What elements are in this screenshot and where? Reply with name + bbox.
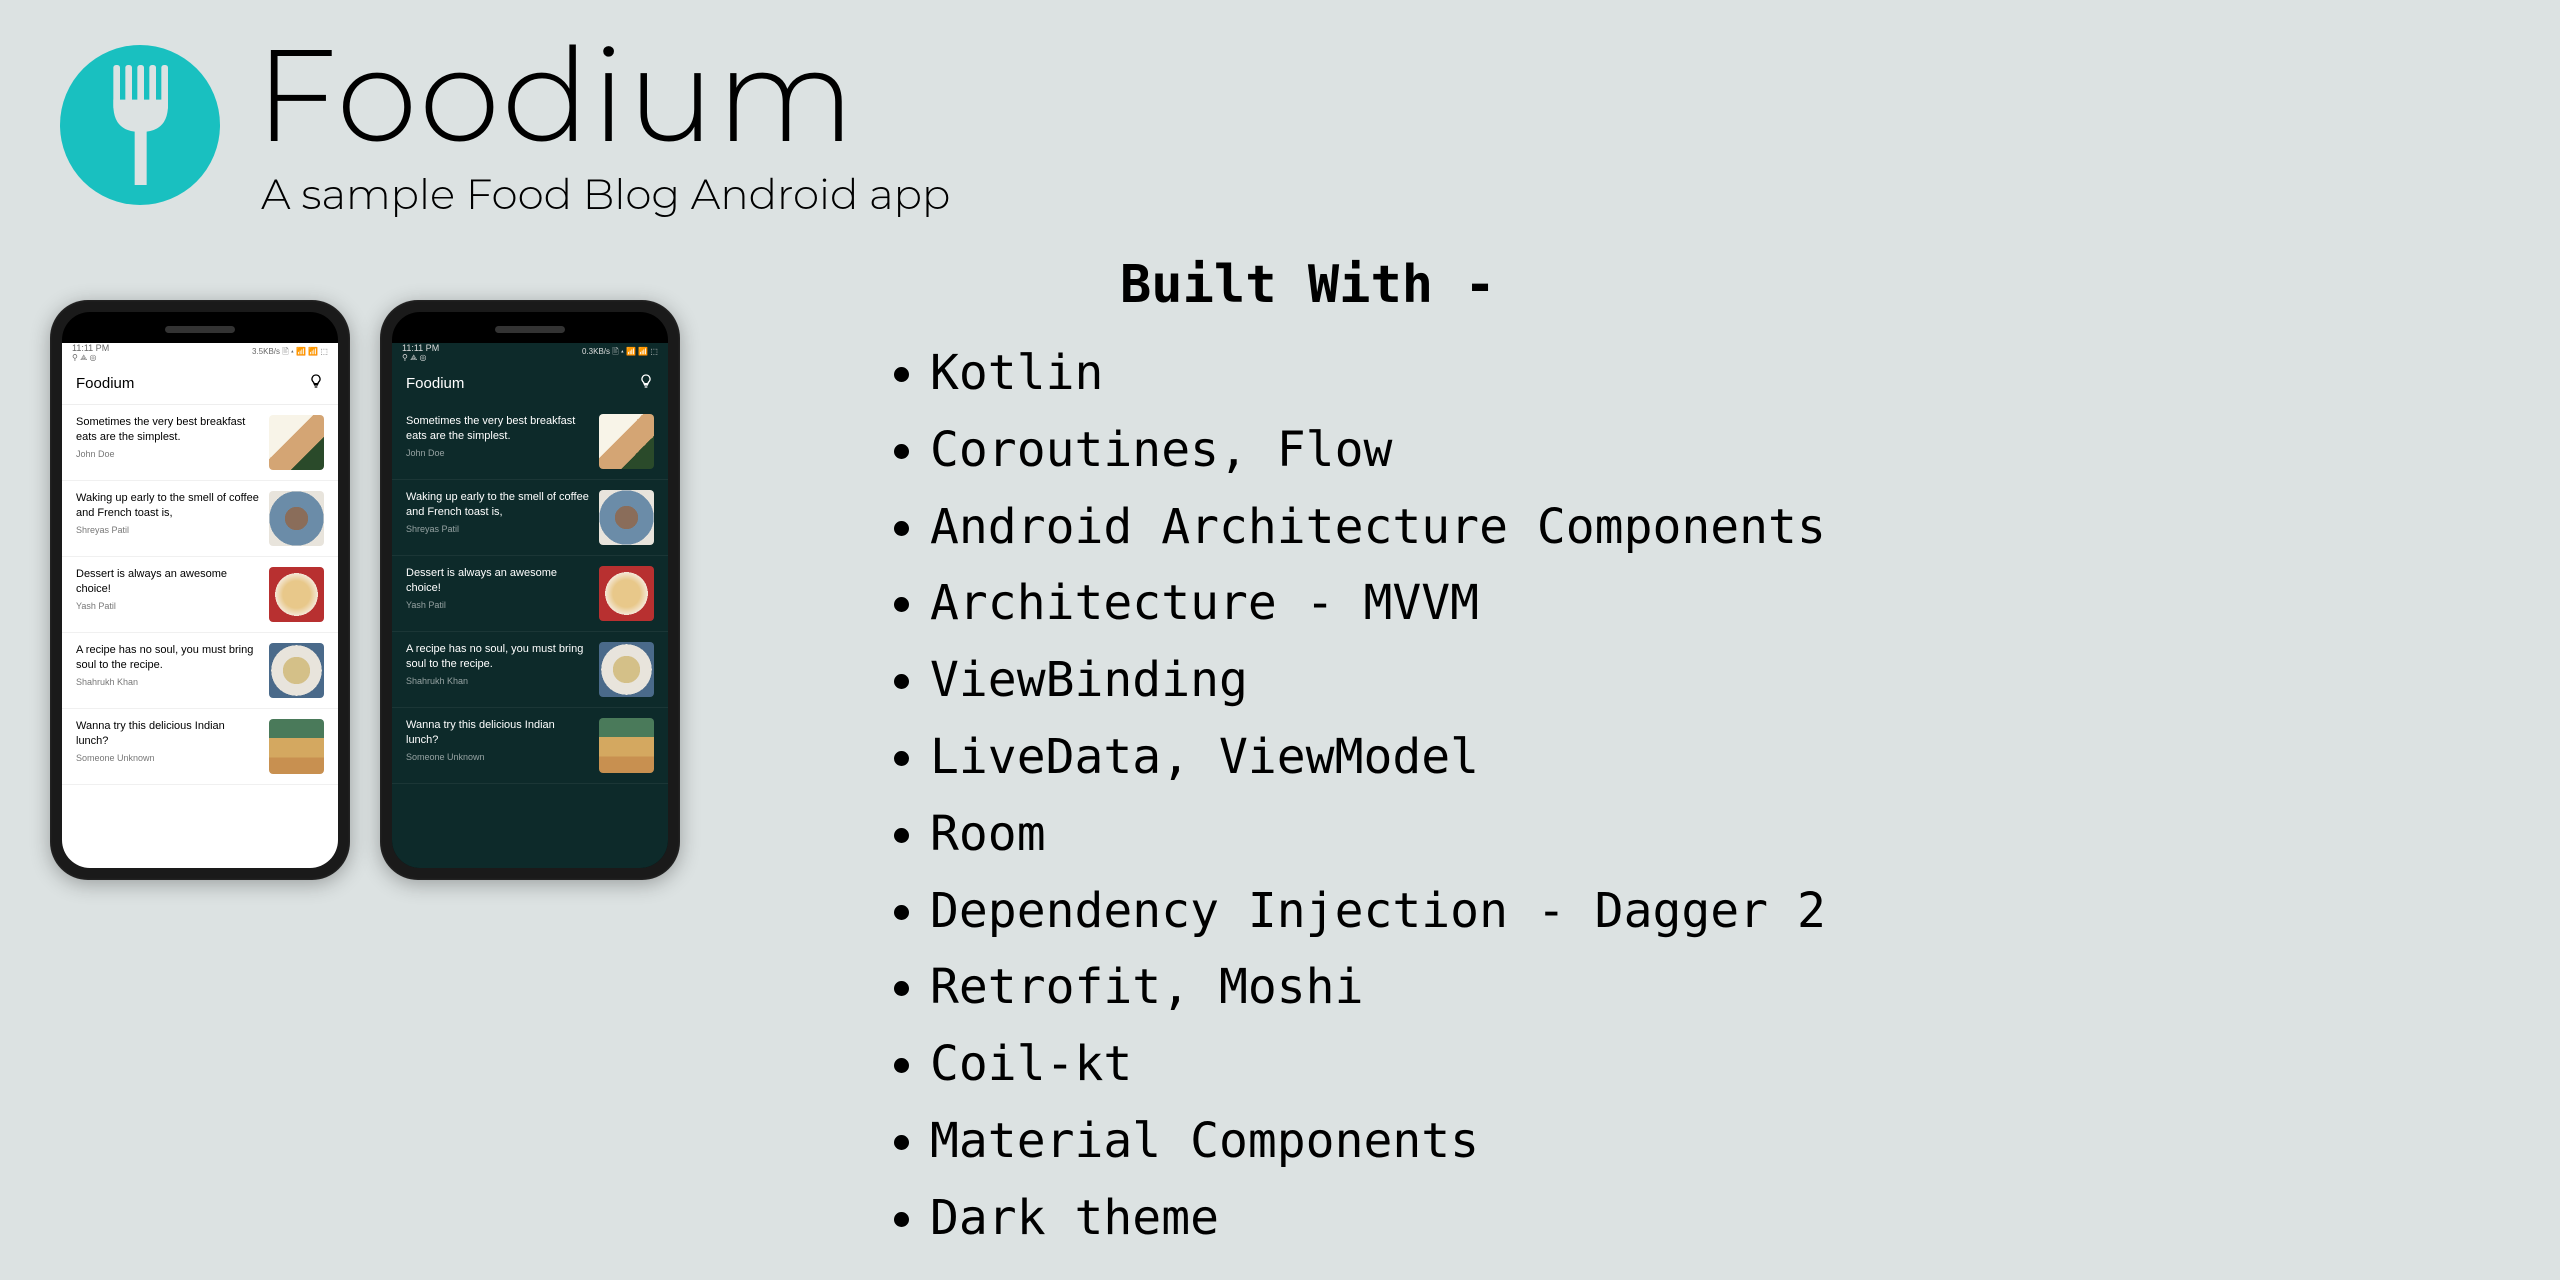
post-thumb <box>599 414 654 469</box>
status-left-icons: ⚲ ⟁ ◎ <box>402 353 439 363</box>
built-with-heading: Built With - <box>1120 255 2520 315</box>
phone-light: 11:11 PM ⚲ ⟁ ◎ 3.5KB/s 🖹 ▴ 📶 📶 ⬚ Foodium… <box>50 300 350 880</box>
post-title: A recipe has no soul, you must bring sou… <box>76 643 259 673</box>
list-item[interactable]: Sometimes the very best breakfast eats a… <box>392 404 668 480</box>
app-bar: Foodium <box>62 363 338 405</box>
post-title: Dessert is always an awesome choice! <box>76 567 259 597</box>
tech-item: ViewBinding <box>930 642 2520 719</box>
post-thumb <box>599 566 654 621</box>
phone-speaker <box>495 326 565 333</box>
post-title: Wanna try this delicious Indian lunch? <box>406 718 589 748</box>
status-right-icons: 3.5KB/s 🖹 ▴ 📶 📶 ⬚ <box>252 346 328 360</box>
post-author: Someone Unknown <box>406 752 589 762</box>
post-list[interactable]: Sometimes the very best breakfast eats a… <box>392 404 668 868</box>
built-with-panel: Built With - Kotlin Coroutines, Flow And… <box>840 255 2520 1257</box>
post-author: John Doe <box>406 448 589 458</box>
post-thumb <box>269 643 324 698</box>
status-time: 11:11 PM <box>402 343 439 353</box>
post-author: Yash Patil <box>406 600 589 610</box>
built-with-list: Kotlin Coroutines, Flow Android Architec… <box>840 335 2520 1257</box>
app-title: Foodium <box>255 30 950 160</box>
status-left-icons: ⚲ ⟁ ◎ <box>72 353 109 363</box>
post-thumb <box>599 490 654 545</box>
post-title: Sometimes the very best breakfast eats a… <box>76 415 259 445</box>
phone-speaker <box>165 326 235 333</box>
list-item[interactable]: Dessert is always an awesome choice! Yash… <box>62 557 338 633</box>
app-bar-title: Foodium <box>76 375 134 392</box>
post-list[interactable]: Sometimes the very best breakfast eats a… <box>62 405 338 868</box>
app-subtitle: A sample Food Blog Android app <box>261 168 950 220</box>
screen-light: 11:11 PM ⚲ ⟁ ◎ 3.5KB/s 🖹 ▴ 📶 📶 ⬚ Foodium… <box>62 343 338 868</box>
post-thumb <box>269 415 324 470</box>
app-bar-title: Foodium <box>406 375 464 392</box>
title-block: Foodium A sample Food Blog Android app <box>255 30 950 220</box>
list-item[interactable]: Waking up early to the smell of coffee a… <box>62 481 338 557</box>
post-thumb <box>269 491 324 546</box>
post-author: Someone Unknown <box>76 753 259 763</box>
post-author: Shreyas Patil <box>76 525 259 535</box>
tech-item: Kotlin <box>930 335 2520 412</box>
phone-dark: 11:11 PM ⚲ ⟁ ◎ 0.3KB/s 🖹 ▴ 📶 📶 ⬚ Foodium… <box>380 300 680 880</box>
list-item[interactable]: A recipe has no soul, you must bring sou… <box>62 633 338 709</box>
post-author: Shreyas Patil <box>406 524 589 534</box>
tech-item: LiveData, ViewModel <box>930 719 2520 796</box>
post-title: Wanna try this delicious Indian lunch? <box>76 719 259 749</box>
tech-item: Dependency Injection - Dagger 2 <box>930 873 2520 950</box>
post-thumb <box>269 719 324 774</box>
tech-item: Retrofit, Moshi <box>930 949 2520 1026</box>
post-author: Shahrukh Khan <box>406 676 589 686</box>
post-title: Sometimes the very best breakfast eats a… <box>406 414 589 444</box>
post-thumb <box>599 718 654 773</box>
post-author: John Doe <box>76 449 259 459</box>
app-logo <box>60 45 220 205</box>
tech-item: Architecture - MVVM <box>930 565 2520 642</box>
list-item[interactable]: Wanna try this delicious Indian lunch? So… <box>62 709 338 785</box>
post-title: A recipe has no soul, you must bring sou… <box>406 642 589 672</box>
post-author: Yash Patil <box>76 601 259 611</box>
light-bulb-icon[interactable] <box>638 373 654 394</box>
phone-mockups: 11:11 PM ⚲ ⟁ ◎ 3.5KB/s 🖹 ▴ 📶 📶 ⬚ Foodium… <box>50 300 680 880</box>
post-title: Dessert is always an awesome choice! <box>406 566 589 596</box>
post-title: Waking up early to the smell of coffee a… <box>76 491 259 521</box>
list-item[interactable]: A recipe has no soul, you must bring sou… <box>392 632 668 708</box>
fork-icon <box>95 65 185 185</box>
post-author: Shahrukh Khan <box>76 677 259 687</box>
list-item[interactable]: Waking up early to the smell of coffee a… <box>392 480 668 556</box>
post-title: Waking up early to the smell of coffee a… <box>406 490 589 520</box>
screen-dark: 11:11 PM ⚲ ⟁ ◎ 0.3KB/s 🖹 ▴ 📶 📶 ⬚ Foodium… <box>392 343 668 868</box>
app-bar: Foodium <box>392 363 668 404</box>
status-bar: 11:11 PM ⚲ ⟁ ◎ 0.3KB/s 🖹 ▴ 📶 📶 ⬚ <box>392 343 668 363</box>
tech-item: Android Architecture Components <box>930 489 2520 566</box>
list-item[interactable]: Dessert is always an awesome choice! Yash… <box>392 556 668 632</box>
tech-item: Coroutines, Flow <box>930 412 2520 489</box>
list-item[interactable]: Wanna try this delicious Indian lunch? So… <box>392 708 668 784</box>
status-bar: 11:11 PM ⚲ ⟁ ◎ 3.5KB/s 🖹 ▴ 📶 📶 ⬚ <box>62 343 338 363</box>
post-thumb <box>599 642 654 697</box>
tech-item: Dark theme <box>930 1180 2520 1257</box>
status-time: 11:11 PM <box>72 343 109 353</box>
post-thumb <box>269 567 324 622</box>
tech-item: Material Components <box>930 1103 2520 1180</box>
list-item[interactable]: Sometimes the very best breakfast eats a… <box>62 405 338 481</box>
light-bulb-icon[interactable] <box>308 373 324 394</box>
status-right-icons: 0.3KB/s 🖹 ▴ 📶 📶 ⬚ <box>582 346 658 360</box>
tech-item: Room <box>930 796 2520 873</box>
header: Foodium A sample Food Blog Android app <box>60 30 950 220</box>
tech-item: Coil-kt <box>930 1026 2520 1103</box>
